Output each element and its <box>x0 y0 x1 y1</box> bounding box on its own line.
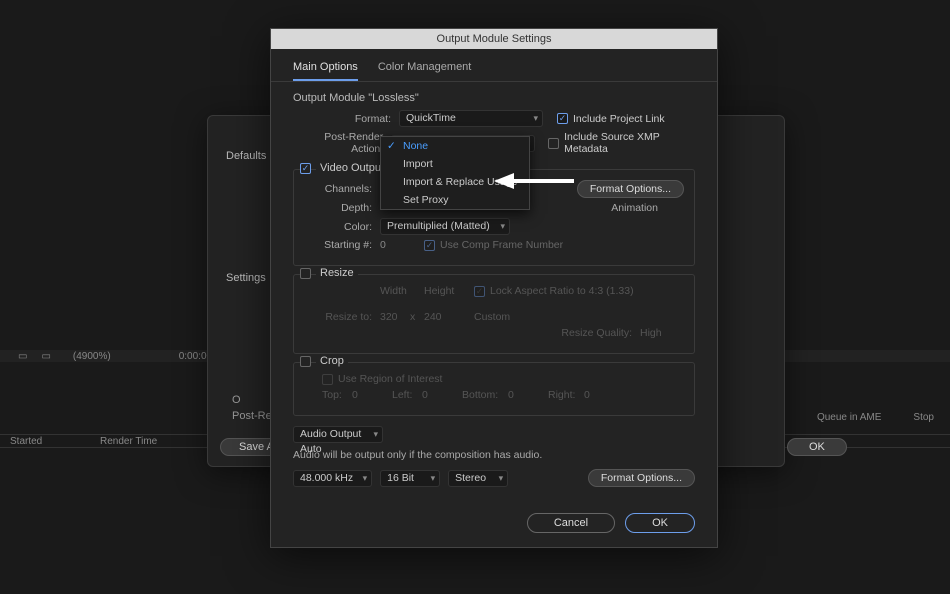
audio-depth-select[interactable]: 16 Bit <box>380 470 440 487</box>
annotation-arrow-icon <box>494 171 578 191</box>
resize-to-label: Resize to: <box>304 311 380 323</box>
starting-frame-label: Starting #: <box>304 239 380 251</box>
include-xmp-label: Include Source XMP Metadata <box>564 131 695 155</box>
use-roi-label: Use Region of Interest <box>338 373 442 385</box>
crop-left-value: 0 <box>422 389 462 401</box>
ok-button[interactable]: OK <box>625 513 695 533</box>
resize-x: x <box>410 311 424 323</box>
cancel-button[interactable]: Cancel <box>527 513 615 533</box>
use-comp-frame-label: Use Comp Frame Number <box>440 239 563 251</box>
starting-frame-value[interactable]: 0 <box>380 239 410 251</box>
format-select[interactable]: QuickTime <box>399 110 543 127</box>
video-format-options-button[interactable]: Format Options... <box>577 180 684 198</box>
format-label: Format: <box>293 113 399 125</box>
lock-aspect-label: Lock Aspect Ratio to 4:3 (1.33) <box>490 285 634 297</box>
audio-note: Audio will be output only if the composi… <box>293 449 695 461</box>
col-render-time: Render Time <box>90 436 180 447</box>
include-project-link-label: Include Project Link <box>573 113 665 125</box>
output-module-settings-dialog: Output Module Settings Main Options Colo… <box>270 28 718 548</box>
channels-label: Channels: <box>304 183 380 195</box>
crop-top-value: 0 <box>352 389 392 401</box>
dropdown-item-none[interactable]: None <box>381 137 529 155</box>
use-roi-checkbox <box>322 374 333 385</box>
audio-format-options-button[interactable]: Format Options... <box>588 469 695 487</box>
resize-height-label: Height <box>424 285 474 297</box>
resize-quality-value: High <box>640 327 684 339</box>
resize-checkbox[interactable] <box>300 268 311 279</box>
format-info: Animation <box>611 202 658 214</box>
include-project-link-checkbox[interactable] <box>557 113 568 124</box>
crop-top-label: Top: <box>322 389 352 401</box>
resize-quality-label: Resize Quality: <box>561 327 632 339</box>
dialog-tabs: Main Options Color Management <box>271 49 717 82</box>
crop-bottom-value: 0 <box>508 389 548 401</box>
resize-preset: Custom <box>474 311 510 323</box>
dropdown-item-set-proxy[interactable]: Set Proxy <box>381 191 529 209</box>
output-module-name: Output Module "Lossless" <box>293 92 695 104</box>
col-started: Started <box>0 436 90 447</box>
color-mode-label: Color: <box>304 221 380 233</box>
audio-output-mode-select[interactable]: Audio Output Auto <box>293 426 383 443</box>
crop-group: Crop Use Region of Interest Top: 0 Left:… <box>293 362 695 416</box>
dialog-title: Output Module Settings <box>271 29 717 49</box>
crop-label: Crop <box>316 355 348 367</box>
lock-aspect-checkbox <box>474 286 485 297</box>
stop-button[interactable]: Stop <box>897 412 950 426</box>
resize-width-label: Width <box>380 285 424 297</box>
zoom-value: (4900%) <box>73 351 111 362</box>
templates-ok-button[interactable]: OK <box>787 438 847 456</box>
resize-group: Resize Width Height Lock Aspect Ratio to… <box>293 274 695 354</box>
crop-bottom-label: Bottom: <box>462 389 508 401</box>
resize-label: Resize <box>316 267 358 279</box>
queue-in-ame-button[interactable]: Queue in AME <box>801 412 897 426</box>
view-icon: ▭ <box>41 351 50 362</box>
resize-width-value: 320 <box>380 311 410 323</box>
video-output-checkbox[interactable] <box>300 163 311 174</box>
crop-right-label: Right: <box>548 389 584 401</box>
crop-checkbox[interactable] <box>300 356 311 367</box>
crop-right-value: 0 <box>584 389 604 401</box>
tab-color-management[interactable]: Color Management <box>378 61 472 81</box>
crop-left-label: Left: <box>392 389 422 401</box>
video-output-label: Video Output <box>316 162 388 174</box>
audio-channels-select[interactable]: Stereo <box>448 470 508 487</box>
resize-height-value: 240 <box>424 311 454 323</box>
audio-rate-select[interactable]: 48.000 kHz <box>293 470 372 487</box>
use-comp-frame-checkbox[interactable] <box>424 240 435 251</box>
color-mode-select[interactable]: Premultiplied (Matted) <box>380 218 510 235</box>
zoom-icon: ▭ <box>18 351 27 362</box>
include-xmp-checkbox[interactable] <box>548 138 559 149</box>
post-render-action-label: Post-Render Action: <box>293 131 391 155</box>
tab-main-options[interactable]: Main Options <box>293 61 358 81</box>
depth-label: Depth: <box>304 202 380 214</box>
